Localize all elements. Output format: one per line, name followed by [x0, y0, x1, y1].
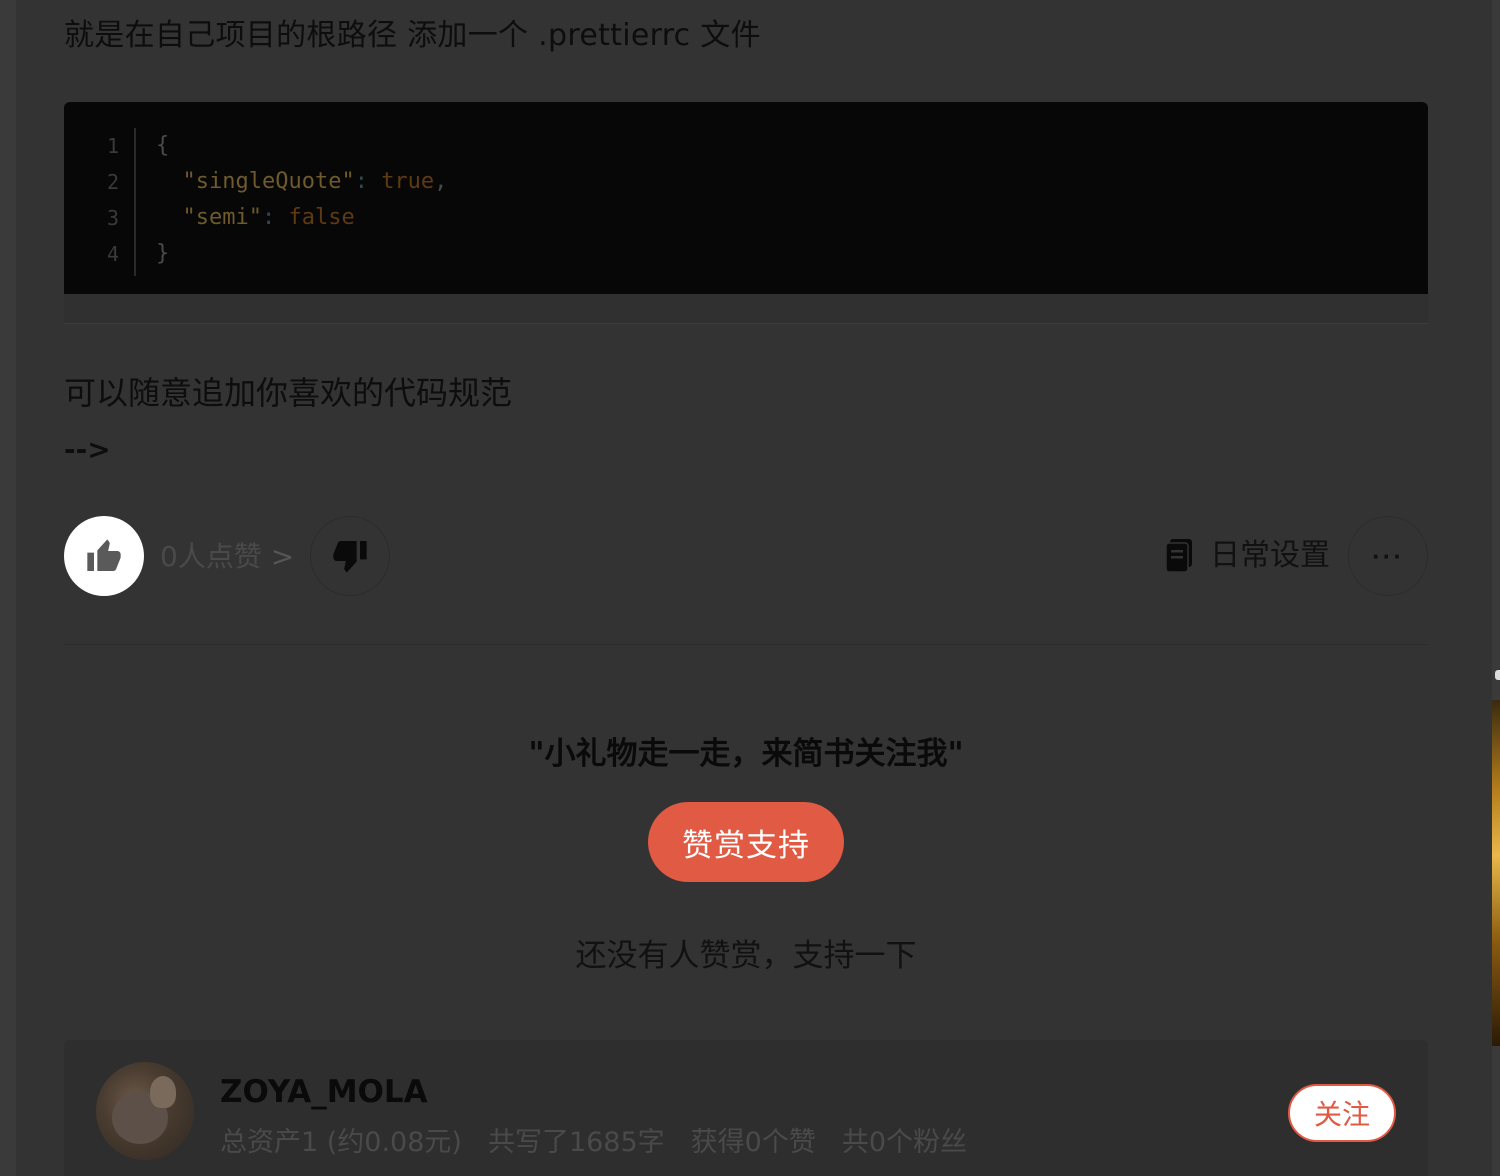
reward-hint: 还没有人赞赏，支持一下 — [575, 938, 917, 974]
code-brace: } — [156, 241, 170, 266]
code-value: true — [381, 169, 435, 194]
code-brace: { — [156, 133, 170, 158]
chevron-right-icon: > — [270, 540, 295, 573]
paragraph-custom-rules: 可以随意追加你喜欢的代码规范 — [64, 374, 513, 412]
like-button[interactable] — [64, 516, 144, 596]
notebook-icon — [1165, 539, 1192, 573]
code-line: "semi": false — [156, 200, 447, 236]
code-value: false — [288, 205, 355, 230]
more-options-button[interactable]: ··· — [1348, 516, 1428, 596]
code-block-footer — [64, 294, 1428, 324]
line-number: 4 — [106, 242, 119, 266]
code-gutter-divider — [134, 128, 136, 276]
dislike-button[interactable] — [310, 516, 390, 596]
avatar[interactable] — [96, 1062, 194, 1160]
author-stats: 总资产1 (约0.08元) 共写了1685字 获得0个赞 共0个粉丝 — [220, 1120, 967, 1159]
author-assets: 总资产1 (约0.08元) — [220, 1127, 462, 1158]
reward-title: "小礼物走一走，来简书关注我" — [528, 736, 964, 772]
more-dots-icon: ··· — [1372, 540, 1404, 571]
author-card: ZOYA_MOLA 总资产1 (约0.08元) 共写了1685字 获得0个赞 共… — [64, 1040, 1428, 1176]
side-image-edge — [1492, 700, 1500, 1046]
code-block: 1 2 3 4 { "singleQuote": true, "semi": f… — [64, 102, 1428, 294]
avatar-ear — [150, 1076, 176, 1108]
author-fans: 共0个粉丝 — [841, 1127, 968, 1158]
code-line: { — [156, 128, 447, 164]
code-key: "semi" — [182, 205, 262, 230]
author-likes: 获得0个赞 — [690, 1127, 816, 1158]
paragraph-arrow: --> — [64, 433, 111, 466]
author-words: 共写了1685字 — [487, 1127, 665, 1158]
code-line: } — [156, 236, 447, 272]
paragraph-prettierrc: 就是在自己项目的根路径 添加一个 .prettierrc 文件 — [64, 18, 761, 53]
thumbs-down-icon — [333, 541, 367, 573]
line-number: 3 — [106, 206, 119, 230]
notebook-link[interactable]: 日常设置 — [1164, 536, 1330, 576]
scroll-indicator — [1495, 670, 1500, 680]
follow-button[interactable]: 关注 — [1288, 1084, 1396, 1142]
like-count-label: 0人点赞 — [160, 540, 262, 573]
line-number: 1 — [106, 134, 119, 158]
code-key: "singleQuote" — [182, 169, 355, 194]
code-line-numbers: 1 2 3 4 — [64, 128, 135, 272]
code-content: { "singleQuote": true, "semi": false } — [156, 128, 447, 272]
line-number: 2 — [106, 170, 119, 194]
notebook-label: 日常设置 — [1210, 538, 1330, 573]
code-comma: , — [434, 169, 448, 194]
like-count-link[interactable]: 0人点赞 > — [160, 538, 294, 576]
code-colon: : — [354, 169, 368, 194]
reward-support-button[interactable]: 赞赏支持 — [648, 802, 844, 882]
code-colon: : — [261, 205, 276, 230]
section-divider — [64, 644, 1428, 645]
thumbs-up-icon — [87, 539, 121, 571]
code-line: "singleQuote": true, — [156, 164, 448, 200]
author-name[interactable]: ZOYA_MOLA — [220, 1074, 428, 1110]
